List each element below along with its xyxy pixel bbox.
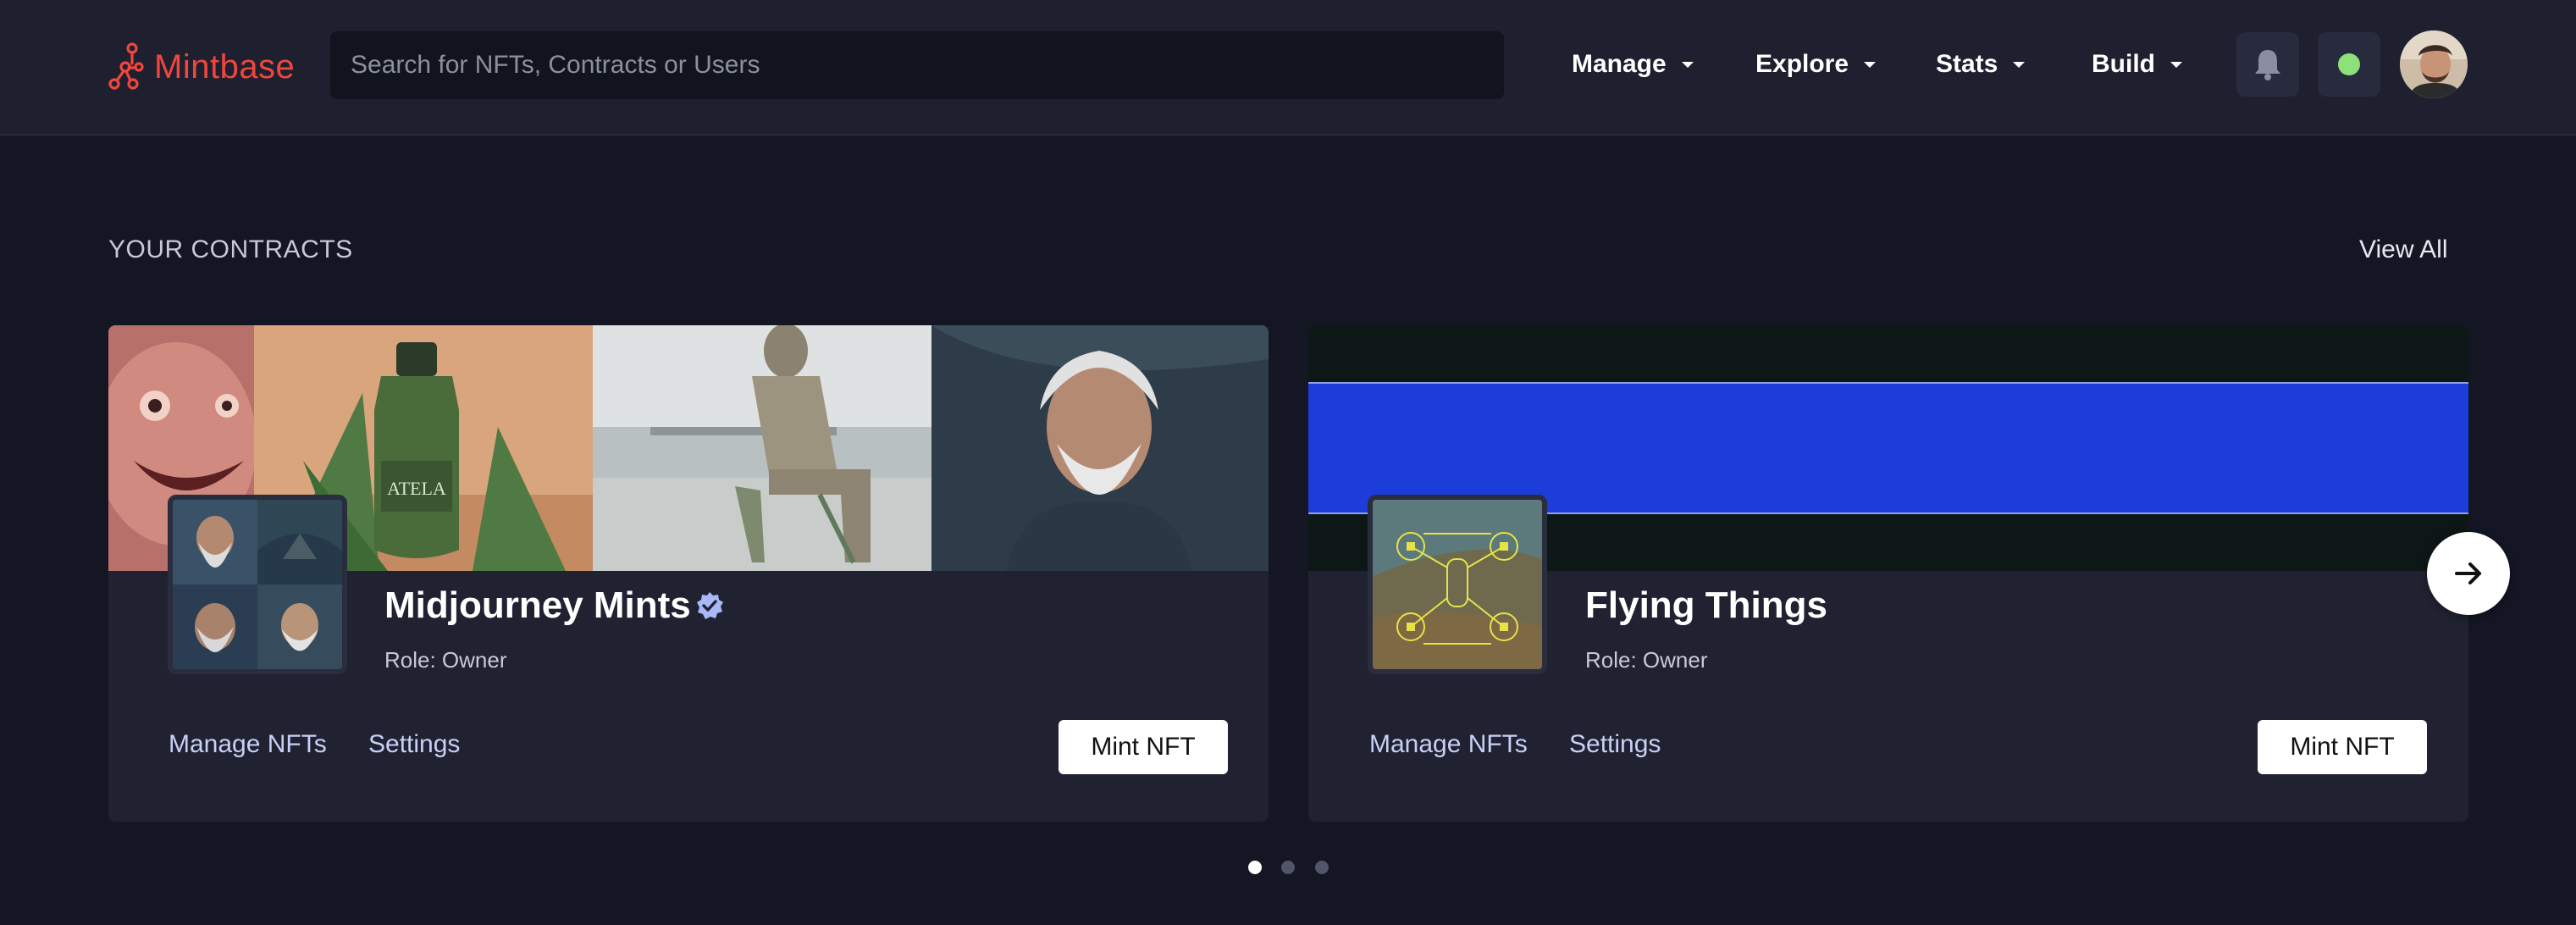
nav-stats[interactable]: Stats (1936, 47, 2026, 81)
nav-build-label: Build (2092, 50, 2155, 78)
brand-name: Mintbase (154, 47, 296, 86)
contract-card: ATELA Midjourney Mints Role: Owner Manag… (108, 325, 1269, 822)
carousel-dot-2[interactable] (1281, 861, 1295, 874)
drone-thumbnail-image (1373, 500, 1542, 669)
settings-link[interactable]: Settings (1569, 730, 1661, 759)
chevron-down-icon (1681, 61, 1694, 68)
notifications-button[interactable] (2236, 32, 2299, 97)
section-title: YOUR CONTRACTS (108, 235, 353, 263)
contract-name[interactable]: Midjourney Mints (384, 584, 725, 627)
arrow-right-icon (2455, 562, 2481, 584)
search-bar[interactable] (330, 31, 1504, 99)
contract-thumbnail (168, 495, 347, 674)
nav-stats-label: Stats (1936, 50, 1998, 78)
contract-name-text: Midjourney Mints (384, 584, 691, 626)
nav-manage-label: Manage (1572, 50, 1667, 78)
mintbase-logo[interactable]: Mintbase (107, 41, 295, 93)
contract-role: Role: Owner (1585, 647, 1708, 673)
verified-badge-icon (696, 592, 723, 619)
mintbase-logo-icon (108, 42, 144, 90)
contract-thumbnail (1368, 495, 1547, 674)
avatar[interactable] (2400, 30, 2468, 98)
top-navbar: Mintbase Manage Explore Stats Build (0, 0, 2576, 136)
settings-link[interactable]: Settings (368, 730, 460, 759)
nav-explore[interactable]: Explore (1755, 47, 1877, 81)
chevron-down-icon (2013, 61, 2026, 68)
svg-text:ATELA: ATELA (387, 478, 446, 499)
contract-thumbnail-image (173, 500, 342, 669)
manage-nfts-link[interactable]: Manage NFTs (169, 730, 327, 759)
contract-card: Flying Things Role: Owner Manage NFTs Se… (1308, 325, 2468, 822)
carousel-dot-3[interactable] (1315, 861, 1329, 874)
wallet-status-button[interactable] (2318, 32, 2380, 97)
mint-nft-button[interactable]: Mint NFT (1059, 720, 1228, 774)
bell-icon (2255, 50, 2280, 80)
view-all-link[interactable]: View All (2359, 235, 2448, 264)
carousel-next-button[interactable] (2427, 532, 2510, 615)
chevron-down-icon (2170, 61, 2182, 68)
chevron-down-icon (1864, 61, 1877, 68)
carousel-dot-1[interactable] (1248, 861, 1262, 874)
contract-name[interactable]: Flying Things (1585, 584, 1827, 627)
nav-build[interactable]: Build (2092, 47, 2182, 81)
user-avatar-image (2400, 30, 2468, 98)
search-input[interactable] (351, 31, 1504, 99)
manage-nfts-link[interactable]: Manage NFTs (1369, 730, 1528, 759)
contract-name-text: Flying Things (1585, 584, 1827, 626)
status-dot-icon (2338, 53, 2360, 75)
nav-manage[interactable]: Manage (1572, 47, 1694, 81)
mint-nft-button[interactable]: Mint NFT (2258, 720, 2427, 774)
nav-explore-label: Explore (1755, 50, 1849, 78)
contract-role: Role: Owner (384, 647, 507, 673)
